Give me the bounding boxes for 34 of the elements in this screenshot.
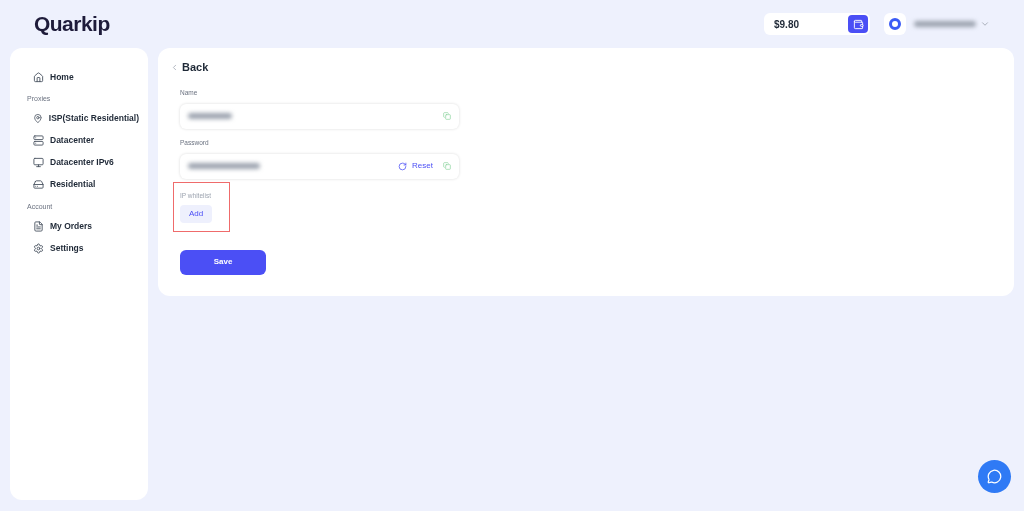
chevron-left-icon xyxy=(170,62,179,72)
drive-icon xyxy=(33,179,44,190)
sidebar-item[interactable]: Datacenter IPv6 xyxy=(32,151,140,174)
back-link[interactable]: Back xyxy=(170,60,1014,74)
refresh-icon xyxy=(398,161,408,171)
password-field[interactable]: Reset xyxy=(180,153,459,179)
sidebar-item[interactable]: My Orders xyxy=(32,215,140,237)
save-button[interactable]: Save xyxy=(180,249,266,275)
map-pin-icon xyxy=(33,113,43,124)
house-icon xyxy=(33,71,44,83)
balance-amount: $9.80 xyxy=(774,17,800,32)
wallet-icon xyxy=(852,18,864,30)
chevron-down-icon[interactable] xyxy=(980,19,990,29)
chat-button[interactable] xyxy=(978,460,1011,493)
sidebar-item[interactable]: Residential xyxy=(32,173,140,196)
reset-button[interactable]: Reset xyxy=(398,160,433,172)
blurred-value xyxy=(188,113,232,120)
server-icon xyxy=(33,135,44,146)
add-button[interactable]: Add xyxy=(180,205,212,224)
blurred-value xyxy=(914,21,976,27)
sidebar-item[interactable]: Home xyxy=(32,66,140,88)
copy-icon[interactable] xyxy=(443,112,451,121)
sidebar-item[interactable]: Settings xyxy=(32,237,140,259)
avatar-icon[interactable] xyxy=(884,13,906,35)
copy-icon[interactable] xyxy=(443,162,451,170)
blurred-value xyxy=(188,163,260,169)
settings-icon xyxy=(33,242,44,254)
document-icon xyxy=(33,220,44,232)
wallet-button[interactable] xyxy=(848,15,868,33)
chat-bubble-icon xyxy=(987,469,1002,484)
sidebar-item[interactable]: ISP(Static Residential) xyxy=(32,107,140,130)
sidebar-item[interactable]: Datacenter xyxy=(32,129,140,152)
logo[interactable]: Quarkip xyxy=(34,8,110,40)
monitor-icon xyxy=(33,157,44,168)
